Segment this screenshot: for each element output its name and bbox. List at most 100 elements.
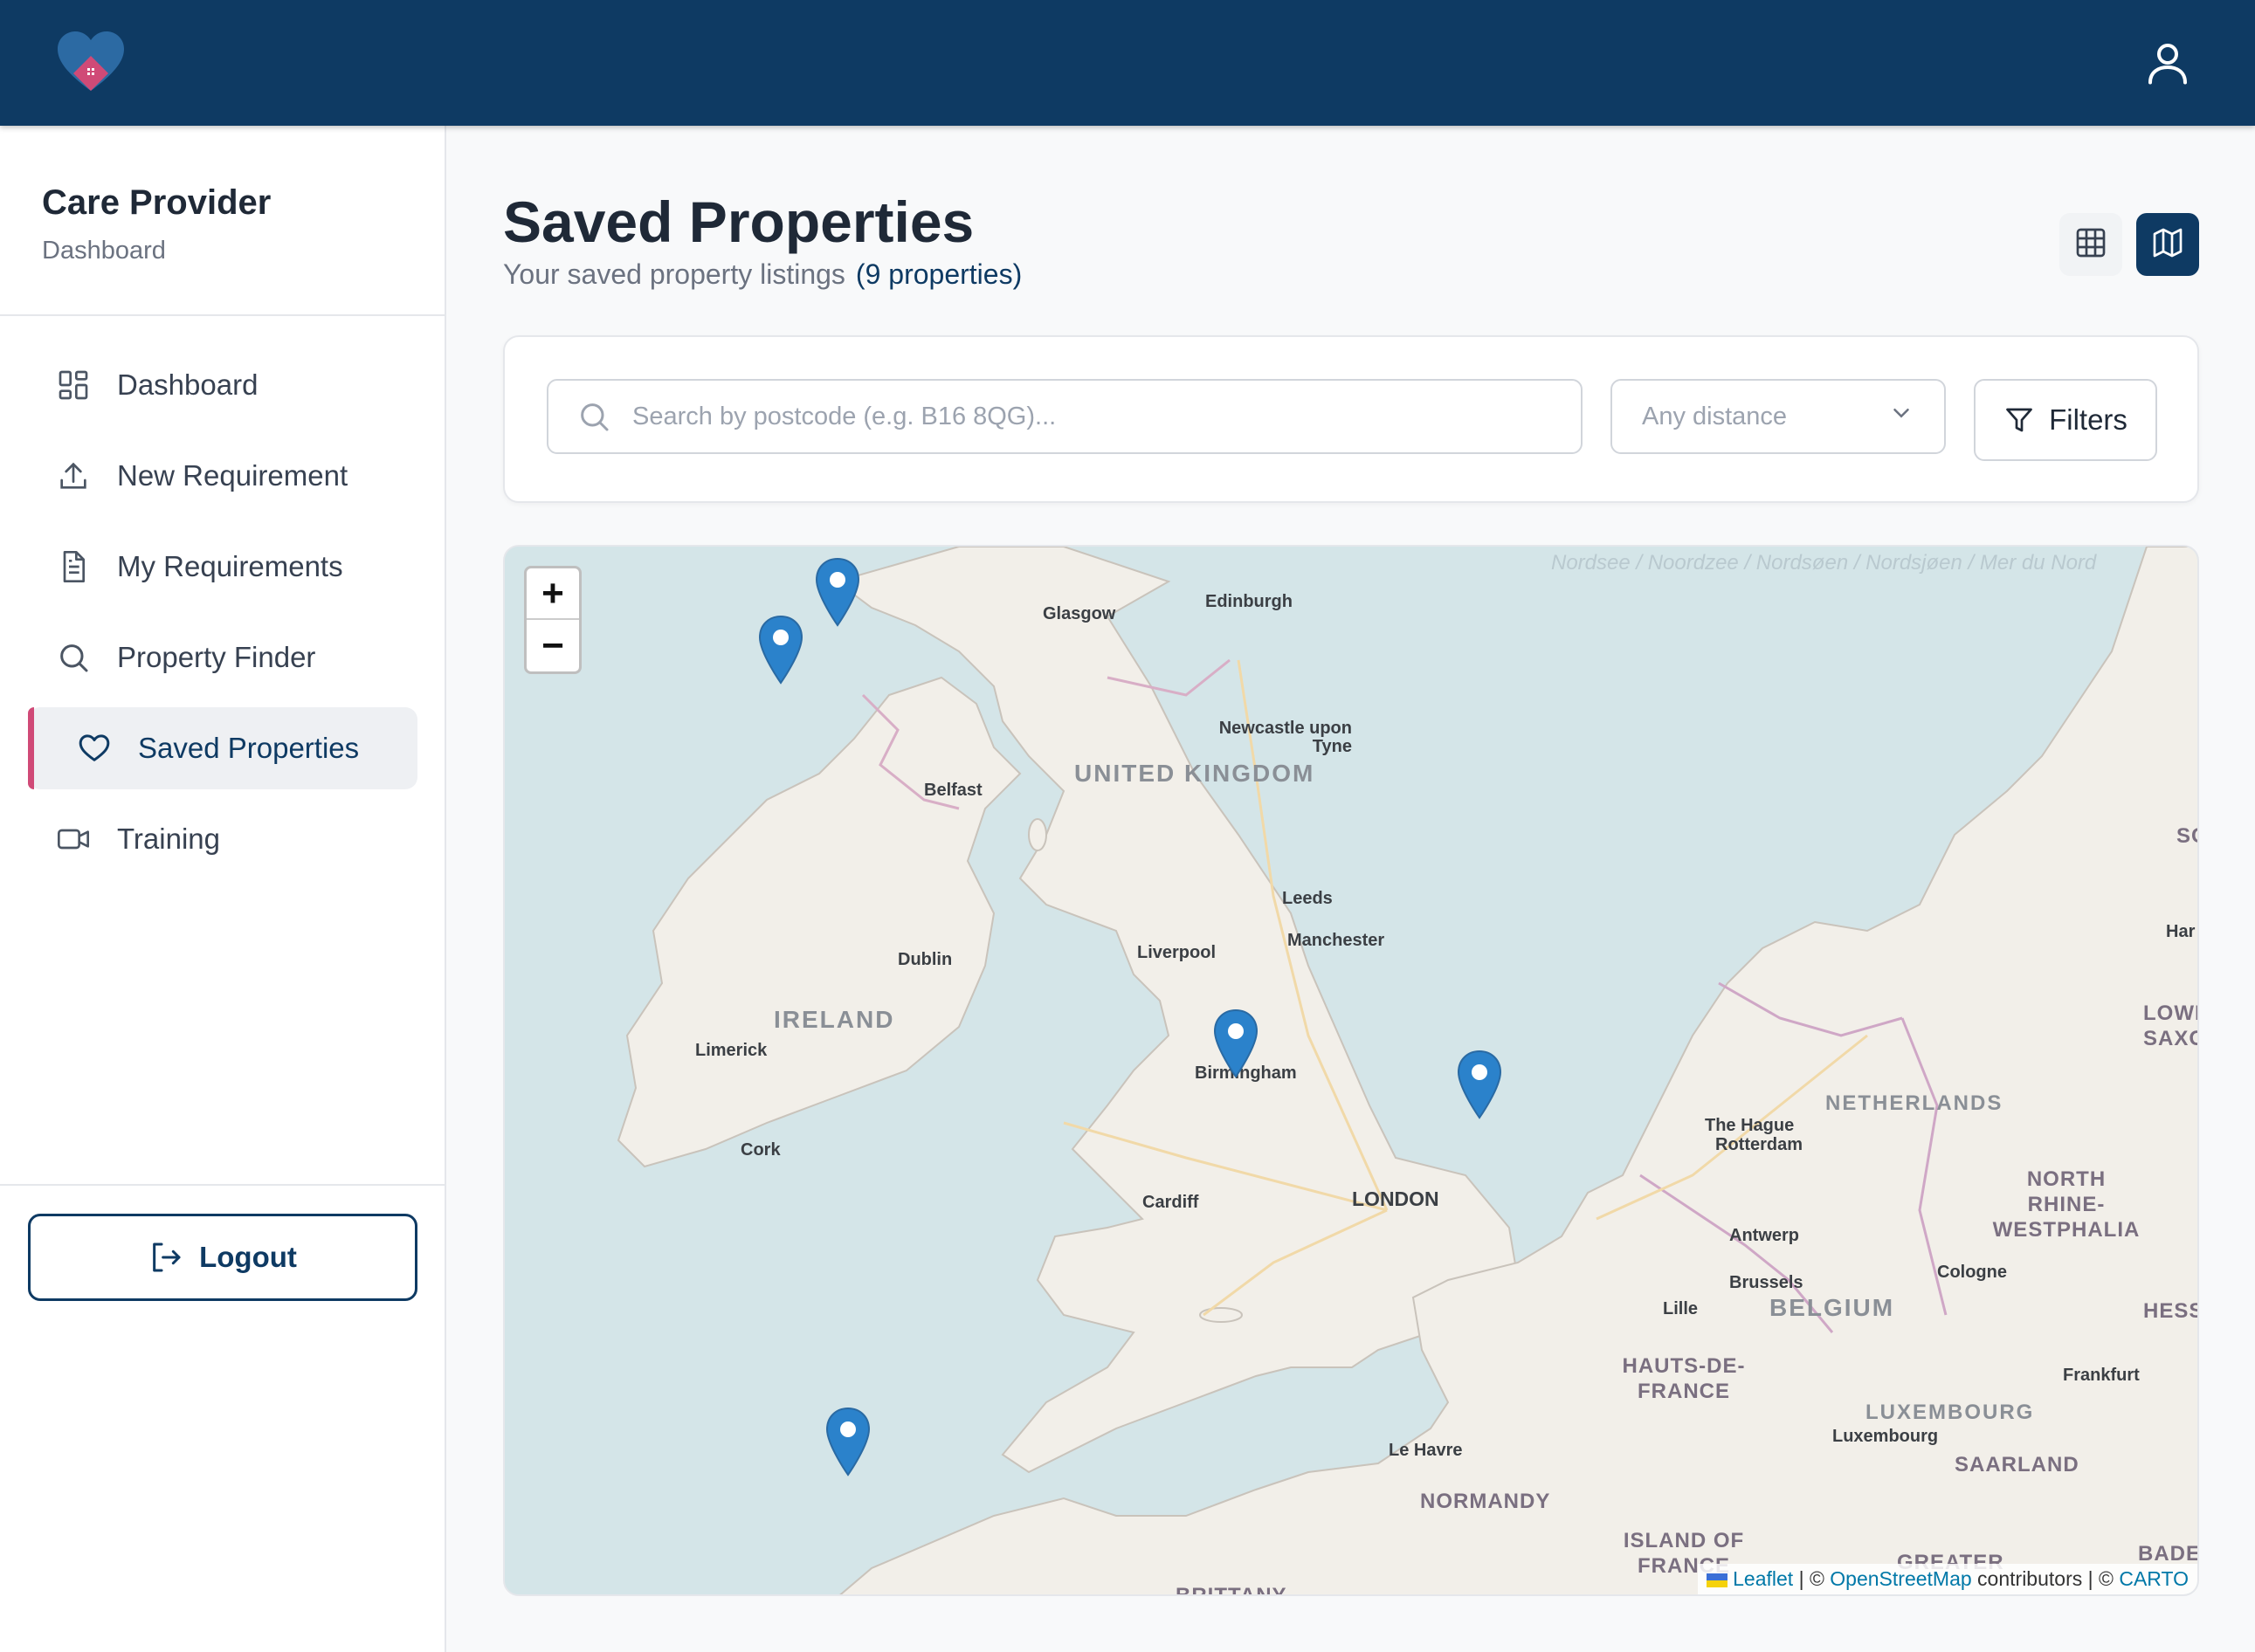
country-label-belgium: BELGIUM <box>1769 1294 1895 1321</box>
leaflet-link[interactable]: Leaflet <box>1733 1567 1793 1590</box>
city-label-glasgow: Glasgow <box>1043 604 1116 623</box>
page-title: Saved Properties <box>503 189 975 254</box>
city-label-manchester: Manchester <box>1287 931 1385 950</box>
city-label-leeds: Leeds <box>1282 889 1333 908</box>
distance-select-value: Any distance <box>1642 402 1788 430</box>
city-label-frankfurt: Frankfurt <box>2063 1366 2140 1385</box>
sidebar-item-new-requirement[interactable]: New Requirement <box>28 435 417 517</box>
filter-card: Any distance Filters <box>503 335 2199 503</box>
sidebar-item-training[interactable]: Training <box>28 798 417 880</box>
region-label-brittany: BRITTANY <box>1176 1584 1287 1596</box>
city-label-the-hague: The Hague <box>1705 1116 1795 1135</box>
property-map[interactable]: + − Nordsee / Noordzee / Nordsøen / Nord… <box>503 545 2199 1596</box>
property-marker[interactable] <box>825 1407 871 1476</box>
heart-house-logo[interactable] <box>56 30 126 94</box>
city-label-belfast: Belfast <box>924 781 983 800</box>
map-pin-icon <box>1457 1050 1501 1120</box>
country-label-netherlands: NETHERLANDS <box>1825 1091 2003 1115</box>
city-label-cork: Cork <box>741 1140 781 1160</box>
top-bar <box>0 0 2255 126</box>
region-label-nrw: NORTH RHINE-WESTPHALIA <box>1992 1167 2141 1242</box>
postcode-search-input[interactable] <box>632 402 1541 431</box>
region-label-saarland: SAARLAND <box>1955 1453 2079 1476</box>
sidebar-item-saved-properties[interactable]: Saved Properties <box>28 707 417 789</box>
attribution-contributors: contributors | © <box>1971 1567 2120 1590</box>
search-icon <box>56 640 91 675</box>
sidebar-divider <box>0 1184 446 1186</box>
region-label-bade: BADE <box>2138 1542 2199 1566</box>
city-label-lille: Lille <box>1663 1299 1699 1318</box>
carto-link[interactable]: CARTO <box>2119 1567 2189 1590</box>
map-pin-icon <box>758 616 803 685</box>
city-label-dublin: Dublin <box>898 950 953 969</box>
user-icon[interactable] <box>2141 37 2194 89</box>
sidebar: Care Provider Dashboard Dashboard New Re… <box>0 126 446 1652</box>
city-label-brussels: Brussels <box>1729 1273 1803 1292</box>
map-attribution: Leaflet | © OpenStreetMap contributors |… <box>1698 1564 2197 1594</box>
zoom-control: + − <box>524 566 582 674</box>
video-icon <box>56 822 91 857</box>
ukraine-flag-icon <box>1707 1573 1728 1587</box>
upload-icon <box>56 458 91 493</box>
attribution-separator: | © <box>1793 1567 1831 1590</box>
city-label-cologne: Cologne <box>1937 1263 2007 1282</box>
search-icon <box>576 399 611 434</box>
property-marker[interactable] <box>1457 1050 1502 1120</box>
zoom-out-button[interactable]: − <box>527 620 579 671</box>
page-subtitle: Your saved property listings (9 propertie… <box>503 258 1022 291</box>
city-label-hamburg: Har <box>2166 922 2196 941</box>
brand-subtitle: Dashboard <box>42 237 166 265</box>
country-label-uk: UNITED KINGDOM <box>1074 760 1315 787</box>
sea-label: Nordsee / Noordzee / Nordsøen / Nordsjøe… <box>1551 551 2097 575</box>
logout-button[interactable]: Logout <box>28 1214 417 1301</box>
city-label-liverpool: Liverpool <box>1137 943 1217 962</box>
map-icon <box>2150 225 2185 265</box>
sidebar-item-label: Dashboard <box>117 368 259 401</box>
property-marker[interactable] <box>815 557 860 628</box>
city-label-cardiff: Cardiff <box>1142 1193 1199 1212</box>
filters-button[interactable]: Filters <box>1974 379 2157 461</box>
property-count: (9 properties) <box>855 258 1023 290</box>
brand: Care Provider Dashboard <box>42 183 271 265</box>
sidebar-item-label: My Requirements <box>117 550 343 582</box>
sidebar-item-label: Property Finder <box>117 641 316 673</box>
property-marker[interactable] <box>758 615 803 685</box>
page-subtitle-text: Your saved property listings <box>503 258 845 290</box>
dashboard-grid-icon <box>56 368 91 403</box>
map-pin-icon <box>815 558 860 628</box>
map-base-layer <box>505 547 2197 1594</box>
city-label-limerick: Limerick <box>695 1041 768 1060</box>
map-pin-icon <box>1213 1009 1258 1079</box>
heart-icon <box>77 731 112 766</box>
sidebar-item-label: Saved Properties <box>138 732 360 764</box>
city-label-newcastle: Newcastle upon Tyne <box>1218 719 1352 756</box>
country-label-ireland: IRELAND <box>774 1006 895 1033</box>
osm-link[interactable]: OpenStreetMap <box>1830 1567 1971 1590</box>
grid-view-button[interactable] <box>2059 213 2122 276</box>
filter-funnel-icon <box>2003 404 2035 436</box>
table-grid-icon <box>2073 225 2108 265</box>
chevron-down-icon <box>1888 400 1914 433</box>
distance-select[interactable]: Any distance <box>1610 379 1946 454</box>
sidebar-item-label: New Requirement <box>117 459 348 492</box>
zoom-in-button[interactable]: + <box>527 568 579 620</box>
sidebar-divider <box>0 314 446 316</box>
city-label-le-havre: Le Havre <box>1389 1441 1463 1460</box>
map-view-button[interactable] <box>2136 213 2199 276</box>
city-label-luxembourg: Luxembourg <box>1832 1427 1939 1446</box>
sidebar-item-my-requirements[interactable]: My Requirements <box>28 526 417 608</box>
search-box <box>547 379 1583 454</box>
city-label-antwerp: Antwerp <box>1729 1226 1799 1245</box>
sidebar-item-property-finder[interactable]: Property Finder <box>28 616 417 699</box>
region-label-hess: HESS <box>2143 1299 2199 1323</box>
city-label-edinburgh: Edinburgh <box>1205 592 1293 611</box>
property-marker[interactable] <box>1213 1008 1259 1079</box>
region-label-hauts-de-france: HAUTS-DE-FRANCE <box>1622 1354 1746 1403</box>
brand-title: Care Provider <box>42 183 272 222</box>
sidebar-item-dashboard[interactable]: Dashboard <box>28 344 417 426</box>
map-pin-icon <box>826 1408 871 1476</box>
sidebar-item-label: Training <box>117 823 220 855</box>
city-label-rotterdam: Rotterdam <box>1715 1135 1803 1154</box>
logout-label: Logout <box>199 1241 297 1273</box>
filters-label: Filters <box>2049 403 2127 436</box>
